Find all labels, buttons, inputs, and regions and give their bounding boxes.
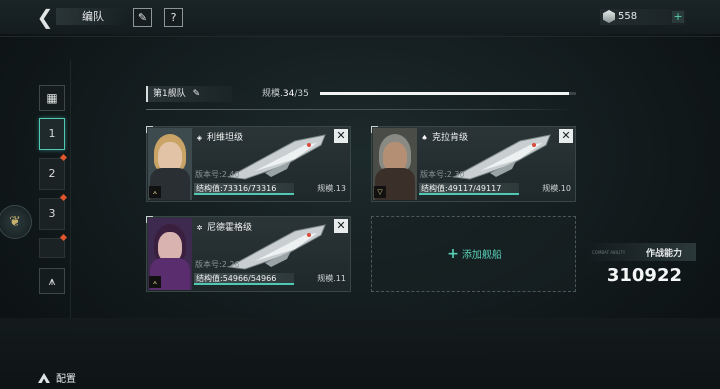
remove-ship-button[interactable]: ✕ [334,219,348,233]
config-label: 配置 [56,374,76,385]
ship-name: ♠ 克拉肯级 [420,132,468,144]
scale-progress-fill [320,92,569,95]
top-bar: ❮ 编队 ✎ ? 558 + [0,0,720,34]
power-value: 310922 [606,265,682,286]
add-ship-button[interactable]: + 添加舰船 [371,216,576,292]
ship-card[interactable]: ⟑ ✲ 尼德霍格级 ✕ 版本号:2.26 结构值:54966/54966 规模.11 [146,216,351,292]
fleet-name[interactable]: 第1舰队 ✎ [146,86,232,102]
ship-type-icon: ◈ [196,134,203,142]
grid-icon: ▦ [46,91,58,105]
tab-fleet-3[interactable]: 3 [39,198,65,230]
page-title: 编队 [56,8,128,25]
tab-fleet-1[interactable]: 1 [39,118,65,150]
ship-card[interactable]: ⟑ ◈ 利维坦级 ✕ 版本号:2.40 结构值:73316/73316 规模.13 [146,126,351,202]
ship-type-icon: ♠ [421,134,428,142]
fleet-scale: 规模.34/35 [262,87,309,101]
ship-name-text: 尼德霍格级 [207,223,253,233]
ship-scale: 规模.11 [317,274,346,283]
ship-type-icon: ✲ [196,224,203,232]
class-icon: ⟑ [149,276,161,288]
tab-fleet-4[interactable] [39,238,65,258]
captain-portrait: ⟑ [148,218,192,290]
chevron-left-icon[interactable]: ❮ [34,6,56,28]
ship-name-text: 克拉肯级 [432,133,469,143]
bottom-panel [0,318,720,389]
ship-scale: 规模.10 [542,184,571,193]
ship-hp: 结构值:49117/49117 [419,183,519,195]
tab-fleet-2[interactable]: 2 [39,158,65,190]
ship-version: 版本号:2.30 [420,170,465,179]
ship-hp: 结构值:54966/54966 [194,273,294,285]
add-ship-label: + 添加舰船 [372,246,577,264]
combat-power-panel: COMBAT ABILITY 作战能力 310922 [586,241,696,293]
fleet-divider [146,109,576,110]
radar-icon: ⩚ [48,274,56,288]
ship-name-text: 利维坦级 [207,133,244,143]
ship-name: ✲ 尼德霍格级 [195,222,252,234]
captain-portrait: ⟑ [148,128,192,200]
ship-version: 版本号:2.26 [195,260,240,269]
remove-ship-button[interactable]: ✕ [559,129,573,143]
remove-ship-button[interactable]: ✕ [334,129,348,143]
class-icon: ▽ [374,186,386,198]
ship-hp: 结构值:73316/73316 [194,183,294,195]
scale-max: /35 [294,89,309,99]
sidebar-divider [70,60,71,320]
ship-scale: 规模.13 [317,184,346,193]
config-button[interactable]: 配置 [38,373,76,387]
add-ship-text: 添加舰船 [461,250,502,261]
grid-view-button[interactable]: ▦ [39,85,65,111]
ship-version: 版本号:2.40 [195,170,240,179]
captain-portrait: ▽ [373,128,417,200]
wing-emblem-icon: ❦ [0,205,32,239]
fleet-name-label: 第1舰队 [153,89,186,99]
scale-progress-bar [320,92,576,95]
power-title: 作战能力 [645,249,682,259]
power-subtitle: COMBAT ABILITY [592,250,626,255]
pencil-icon[interactable]: ✎ [193,89,201,99]
scale-current: 34 [282,89,295,99]
resource-counter: 558 + [600,9,686,25]
plus-icon: + [447,246,459,262]
scale-label: 规模. [262,89,283,99]
resource-value: 558 [618,11,638,22]
ship-name: ◈ 利维坦级 [195,132,243,144]
power-title-bar: COMBAT ABILITY 作战能力 [586,243,696,261]
add-resource-button[interactable]: + [672,11,684,23]
question-icon[interactable]: ? [164,8,183,27]
radar-button[interactable]: ⩚ [39,268,65,294]
class-icon: ⟑ [149,186,161,198]
crystal-icon [603,10,615,23]
quill-icon[interactable]: ✎ [133,8,152,27]
fleet-icon [38,373,50,383]
ship-card[interactable]: ▽ ♠ 克拉肯级 ✕ 版本号:2.30 结构值:49117/49117 规模.10 [371,126,576,202]
header-divider [0,36,720,37]
